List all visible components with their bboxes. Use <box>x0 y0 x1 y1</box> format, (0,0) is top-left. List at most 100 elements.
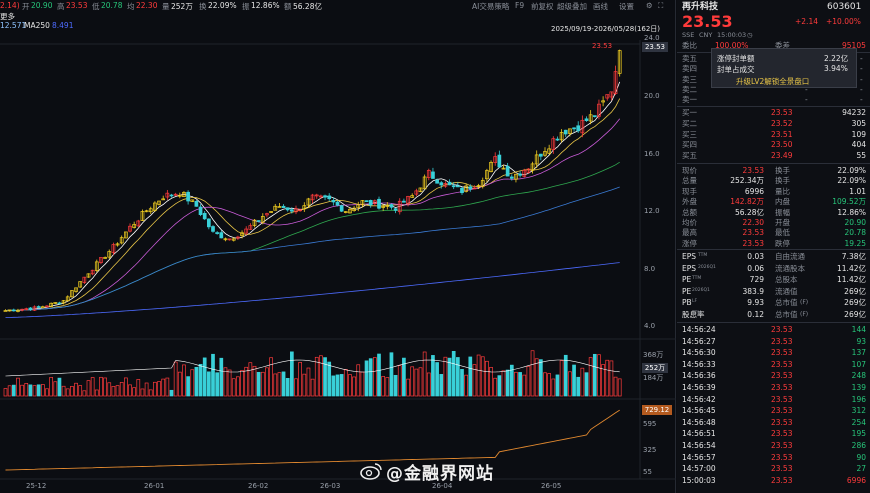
volume-bar <box>49 377 54 397</box>
volume-bar <box>256 371 261 397</box>
stat-value: 23.53 <box>742 228 764 238</box>
volume-bar <box>177 371 182 397</box>
volume-bar <box>451 350 456 397</box>
indicator-axis-label: 325 <box>643 446 656 454</box>
kline-svg[interactable]: 24.0 20.0 16.0 12.0 8.0 4.0 368万 184万 595 325 55 25… <box>0 0 676 493</box>
stat-value: 252.34万 <box>730 176 764 186</box>
tick-volume: 196 <box>851 394 866 404</box>
volume-bar <box>277 372 282 397</box>
candle <box>563 129 568 135</box>
volume-bar <box>613 376 618 397</box>
candle <box>194 200 199 207</box>
volume-bar <box>28 384 33 397</box>
tick-volume: 27 <box>856 464 866 474</box>
fin-row: EPS 0.06 流通股本 11.42亿 2026Q1 <box>682 263 866 273</box>
volume-bar <box>518 372 522 397</box>
tick-volume: 286 <box>851 441 866 450</box>
stat-row: 现价 23.53 换手 22.09% <box>682 166 866 175</box>
volume-bar <box>447 357 452 397</box>
volume-bar <box>414 368 419 397</box>
indicator-axis-label: 55 <box>643 468 652 476</box>
candle <box>451 185 456 188</box>
candle <box>28 307 33 310</box>
volume-bar <box>343 369 348 397</box>
candle <box>368 200 373 206</box>
candle <box>447 181 452 186</box>
volume-bar <box>123 377 128 397</box>
stat-row: 外盘 142.82万 内盘 109.52万 <box>682 197 866 207</box>
volume-bar <box>456 357 460 397</box>
volume-bar <box>227 369 232 397</box>
volume-bar <box>373 357 377 397</box>
fin-value: 11.42亿 <box>837 263 866 273</box>
stat-value: 20.90 <box>844 218 866 227</box>
candle <box>576 125 581 132</box>
volume-bar <box>273 373 278 397</box>
volume-bar <box>460 369 464 397</box>
tick-time: 14:56:30 <box>682 348 716 358</box>
volume-bar <box>24 383 29 397</box>
volume-bar <box>57 377 62 397</box>
volume-bar <box>132 387 136 397</box>
tick-volume: 137 <box>851 348 866 358</box>
candle <box>393 208 398 211</box>
last-price: 23.53 <box>682 12 733 31</box>
stock-code: 603601 <box>827 2 862 12</box>
volume-bar <box>364 360 369 397</box>
candle <box>36 306 41 308</box>
upgrade-lv2-link[interactable]: 升级LV2解锁全景盘口 <box>736 76 809 87</box>
candle <box>219 232 224 239</box>
volume-bar <box>617 378 622 397</box>
candle <box>215 232 219 234</box>
volume-bar <box>207 371 211 397</box>
tick-row: 14:56:36 23.53 248 <box>677 371 870 381</box>
volume-bar <box>360 371 365 397</box>
tick-price: 23.53 <box>771 406 793 416</box>
candle <box>518 173 522 176</box>
tick-volume: 6996 <box>846 475 866 485</box>
tick-row: 14:56:51 23.53 195 <box>677 429 870 439</box>
volume-axis-label: 184万 <box>643 374 663 382</box>
price-axis-label: 16.0 <box>644 150 660 158</box>
kline-chart-panel[interactable]: 2.14) 开 20.90 高 23.53 低 20.78 均 22.30 量 … <box>0 0 676 493</box>
volume-bar <box>551 378 556 397</box>
bid-price: 23.51 <box>771 129 793 139</box>
lv2-popup[interactable]: 涨停封单额 2.22亿 封单占成交 3.94% 升级LV2解锁全景盘口 <box>711 48 857 88</box>
candle <box>207 218 211 228</box>
limit-order-ratio: 3.94% <box>824 64 848 73</box>
limit-order-amount: 2.22亿 <box>824 54 849 63</box>
candle <box>402 200 406 203</box>
tick-row: 14:57:00 23.53 27 <box>677 464 870 474</box>
volume-bar <box>584 372 589 397</box>
volume-bar <box>356 364 361 397</box>
candle <box>364 200 369 202</box>
volume-bar <box>314 356 319 397</box>
volume-bar <box>294 378 298 397</box>
tick-time: 14:56:39 <box>682 383 716 392</box>
fin-row: PB 9.93 总市值 269亿 LF (F) <box>682 298 866 307</box>
candle <box>505 165 510 177</box>
volume-bar <box>385 377 390 397</box>
candle <box>509 176 514 179</box>
candle <box>281 205 286 208</box>
candle <box>169 194 174 197</box>
tick-time: 14:56:42 <box>682 394 716 404</box>
tick-time: 14:56:36 <box>682 371 716 381</box>
price-axis-label: 20.0 <box>644 92 660 100</box>
stat-value: 1.01 <box>849 186 866 196</box>
volume-bar <box>111 386 116 397</box>
candle <box>198 206 203 215</box>
volume-bar <box>522 374 527 397</box>
volume-bar <box>223 367 228 397</box>
tick-time: 14:56:27 <box>682 336 716 346</box>
indicator-tag: 729.12 <box>642 405 672 415</box>
bid-row: 买三 23.51 109 <box>682 129 866 139</box>
candle <box>435 179 439 184</box>
candle <box>256 220 261 222</box>
indicator-axis-label: 595 <box>643 420 656 428</box>
stat-value: 56.28亿 <box>735 207 764 217</box>
tick-row: 14:56:24 23.53 144 <box>677 325 870 335</box>
volume-bar <box>248 362 253 397</box>
ask-row: 卖一 - - <box>682 95 863 105</box>
volume-ma-line <box>5 359 620 377</box>
